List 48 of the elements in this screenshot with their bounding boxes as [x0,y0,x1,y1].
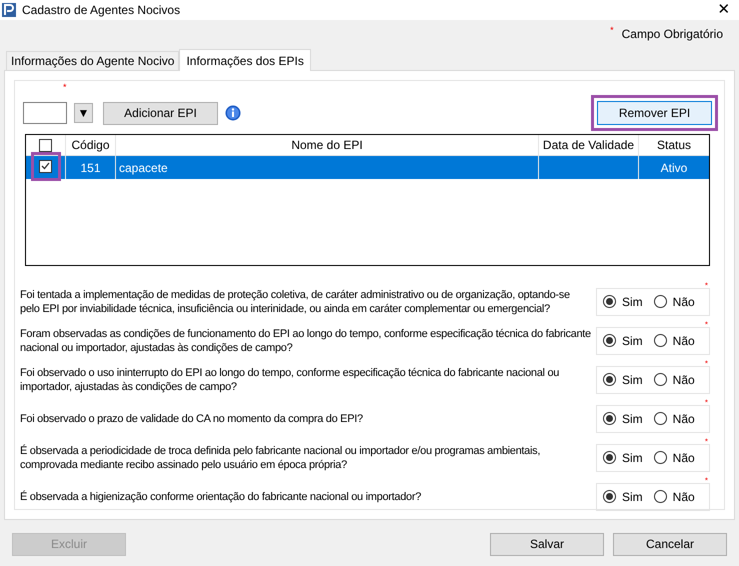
radio-option[interactable]: Sim [603,410,643,428]
question-text: É observada a periodicidade de troca definida pelo fabricante nacional ou importador e/ou programas ambientais, comprovada mediante recibo assinado pelo usuário em época própria? [20,444,542,472]
radio-option[interactable]: Não [654,332,695,350]
required-field-note: Campo Obrigatório [622,26,723,43]
table-cell-text: 151 [80,160,101,176]
column-header: Código [66,135,116,155]
column-header: Status [656,137,692,154]
required-mark: * [704,436,708,448]
radio-option[interactable]: Sim [603,370,643,388]
cancel-button[interactable]: Cancelar [613,532,727,556]
radio-option[interactable]: Não [654,370,695,388]
row-checkbox[interactable] [39,160,52,172]
radio-option[interactable]: Sim [603,292,643,310]
radio-option[interactable]: Não [654,488,695,506]
radio-option[interactable]: Sim [603,448,643,466]
dropdown-button[interactable]: ▼ [74,103,93,123]
radio-option[interactable]: Sim [603,332,643,350]
close-button[interactable]: ✕ [709,0,739,20]
checkmark-icon [41,162,50,170]
question-text: É observada a higienização conforme orientação do fabricante nacional ou importador? [20,490,422,504]
question-text: Foram observadas as condições de funcionamento do EPI ao longo do tempo, conforme especificação técnica do fabricante nacional ou importador, ajustadas às condições de campo? [20,326,592,354]
tab[interactable]: Informações dos EPIs [179,49,311,71]
remove-epi-button[interactable]: Remover EPI [597,101,712,125]
tab[interactable]: Informações do Agente Nocivo [6,51,180,70]
info-icon[interactable] [225,105,241,121]
code-input[interactable] [23,102,67,124]
question-text: Foi tentada a implementação de medidas de proteção coletiva, de caráter administrativo ou de organização, optando-se pelo EPI por inviabilidade técnica, insuficiência ou interinidade, ou ainda em caráter complementar ou emergencial? [20,288,571,316]
required-mark: * [704,474,708,486]
question-text: Foi observado o uso ininterrupto do EPI ao longo do tempo, conforme especificação técnica do fabricante nacional ou importador, ajustadas às condições de campo? [20,366,560,394]
column-header: Nome do EPI [116,135,539,155]
window-title: Cadastro de Agentes Nocivos [22,2,180,19]
radio-option[interactable]: Não [654,292,695,310]
radio-option[interactable]: Não [654,410,695,428]
add-epi-button[interactable]: Adicionar EPI [103,102,218,124]
save-button[interactable]: Salvar [490,532,604,556]
required-mark: * [610,24,614,38]
required-mark: * [704,318,708,330]
select-all-checkbox[interactable] [39,138,52,152]
question-text: Foi observado o prazo de validade do CA no momento da compra do EPI? [20,412,364,426]
required-mark: * [704,396,708,408]
column-header: Data de Validade [539,135,639,155]
table-cell-text: Ativo [660,160,688,176]
radio-option[interactable]: Não [654,448,695,466]
required-mark: * [63,81,67,94]
required-mark: * [704,280,708,292]
radio-option[interactable]: Sim [603,488,643,506]
required-mark: * [704,358,708,370]
table-cell-text: capacete [119,160,168,176]
